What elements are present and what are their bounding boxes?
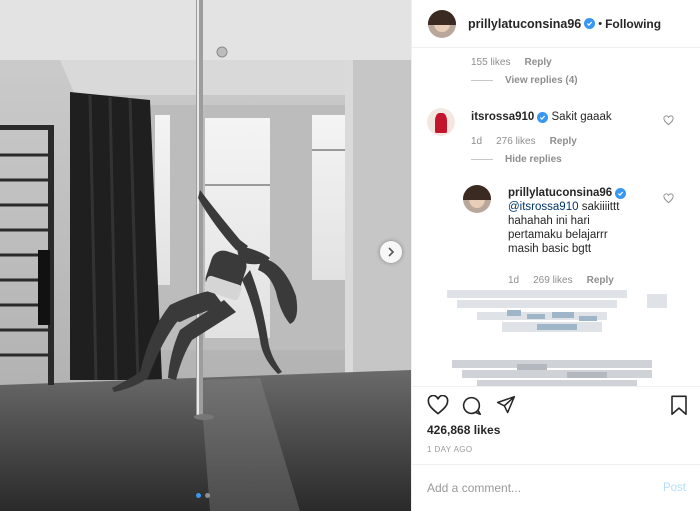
view-replies-button[interactable]: View replies (4) — [471, 75, 578, 86]
reply-button[interactable]: Reply — [524, 57, 551, 68]
post-actions: 426,868 likes 1 DAY AGO — [412, 386, 700, 464]
comment-body: itsrossa910 Sakit gaaak — [471, 110, 671, 124]
comment-likes[interactable]: 276 likes — [496, 136, 535, 147]
comment-likes[interactable]: 155 likes — [471, 57, 510, 68]
verified-badge-icon — [615, 188, 627, 199]
comment-mention[interactable]: @itsrossa910 — [508, 201, 578, 213]
separator-dot: • — [598, 17, 603, 30]
carousel-indicator — [196, 493, 210, 498]
obscured-comments — [447, 290, 667, 386]
post-sidebar: prillylatuconsina96 • Following 155 like… — [411, 0, 700, 511]
comment-username[interactable]: prillylatuconsina96 — [508, 187, 612, 199]
comment-icon[interactable] — [461, 395, 482, 416]
add-comment-bar: Post — [412, 464, 700, 511]
comment-username[interactable]: itsrossa910 — [471, 111, 534, 123]
following-button[interactable]: Following — [605, 17, 661, 31]
comment-text: Sakit gaaak — [551, 111, 612, 123]
comment-body: prillylatuconsina96 @itsrossa910 sakiiii… — [508, 186, 638, 256]
comment-like-heart-icon[interactable] — [663, 115, 674, 126]
post-header: prillylatuconsina96 • Following — [412, 0, 700, 48]
verified-badge-icon — [537, 112, 549, 123]
author-avatar[interactable] — [428, 9, 456, 38]
chevron-right-icon — [388, 247, 395, 257]
verified-badge-icon — [584, 18, 596, 29]
comment-like-heart-icon[interactable] — [663, 193, 674, 204]
comment-input[interactable] — [427, 481, 663, 495]
pole-dance-photo — [0, 0, 411, 511]
thread-line — [471, 159, 493, 160]
hide-replies-button[interactable]: Hide replies — [471, 154, 562, 165]
reply-button[interactable]: Reply — [587, 275, 614, 286]
bookmark-icon[interactable] — [670, 395, 688, 416]
carousel-next-button[interactable] — [380, 241, 402, 263]
commenter-avatar[interactable] — [463, 185, 491, 213]
comments-list[interactable]: 155 likes Reply View replies (4) itsross… — [412, 48, 700, 386]
thread-line — [471, 80, 493, 81]
hide-replies-label: Hide replies — [505, 154, 562, 165]
comment-meta: 155 likes Reply — [471, 57, 552, 68]
comment-meta: 1d 269 likes Reply — [508, 275, 614, 286]
comment-likes[interactable]: 269 likes — [533, 275, 572, 286]
comment-meta: 1d 276 likes Reply — [471, 136, 577, 147]
share-icon[interactable] — [496, 395, 516, 415]
post-photo[interactable] — [0, 0, 411, 511]
carousel-dot-1 — [196, 493, 201, 498]
commenter-avatar[interactable] — [427, 108, 455, 136]
comment-time: 1d — [471, 136, 483, 147]
comment-time: 1d — [508, 275, 520, 286]
view-replies-label: View replies (4) — [505, 75, 578, 86]
post-comment-button[interactable]: Post — [663, 482, 686, 494]
post-timestamp[interactable]: 1 DAY AGO — [427, 445, 473, 454]
like-count[interactable]: 426,868 likes — [427, 423, 500, 437]
author-username[interactable]: prillylatuconsina96 — [468, 17, 581, 31]
carousel-dot-2 — [205, 493, 210, 498]
heart-icon[interactable] — [427, 395, 449, 415]
reply-button[interactable]: Reply — [550, 136, 577, 147]
